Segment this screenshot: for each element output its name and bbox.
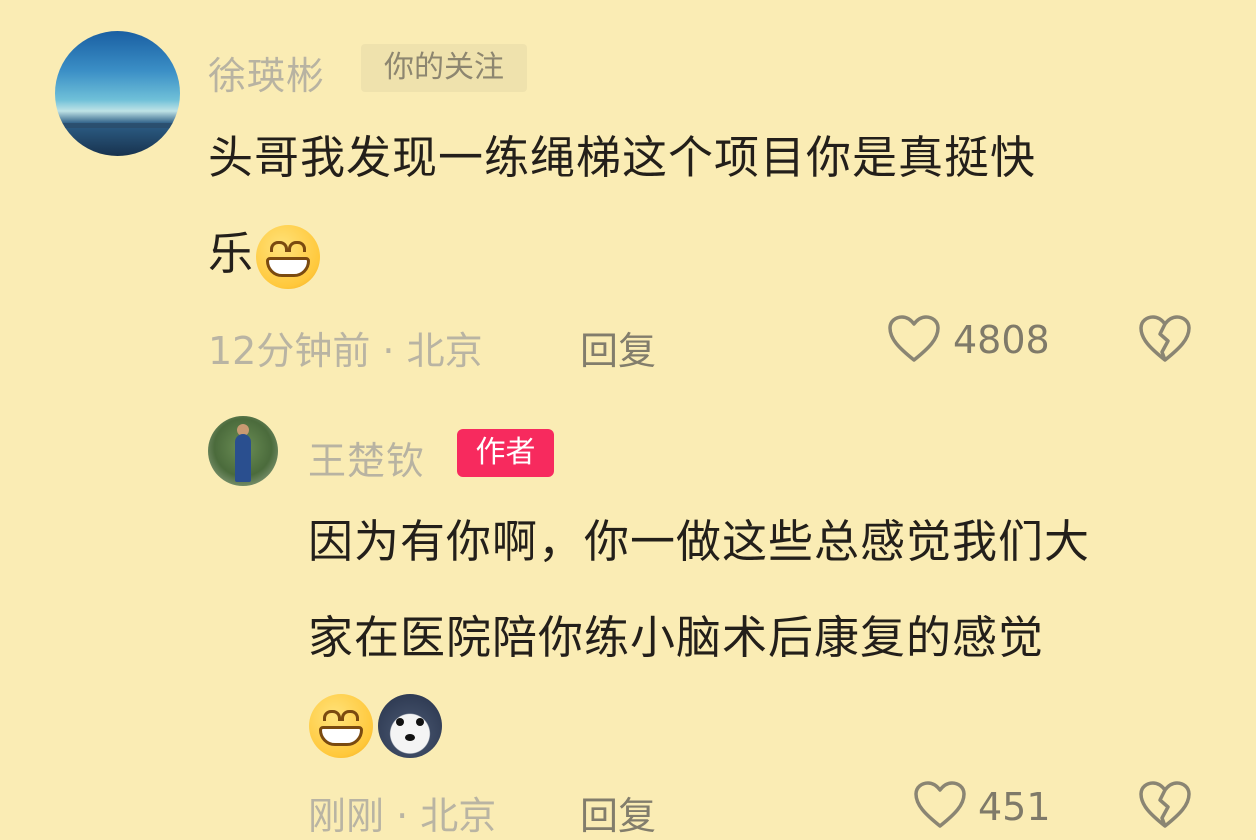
reply-text-line2: 家在医院陪你练小脑术后康复的感觉 [308,611,1045,664]
following-badge: 你的关注 [361,44,527,92]
reply-reply-button[interactable]: 回复 [580,785,656,840]
reply-time-location: 刚刚 · 北京 [308,794,497,838]
heart-outline-icon[interactable] [887,314,941,364]
grinning-face-emoji-icon [256,225,321,289]
comment-like-count: 4808 [953,318,1050,362]
comment-text-line1: 头哥我发现一练绳梯这个项目你是真挺快 [208,131,1037,184]
reply-emoji-row [309,694,443,758]
reply-text-line1: 因为有你啊，你一做这些总感觉我们大 [308,515,1091,568]
comment-reply-button[interactable]: 回复 [580,320,656,375]
comment-text-line2: 乐 [208,227,255,280]
comment-time-location: 12分钟前 · 北京 [208,329,483,373]
commenter-avatar[interactable] [55,31,180,156]
author-username[interactable]: 王楚钦 [308,430,425,485]
reply-text: 因为有你啊，你一做这些总感觉我们大 家在医院陪你练小脑术后康复的感觉 [308,494,1090,686]
comment-text: 头哥我发现一练绳梯这个项目你是真挺快 乐 [208,110,1036,302]
author-avatar[interactable] [208,416,278,486]
broken-heart-icon[interactable] [1138,314,1192,364]
reply-like-count: 451 [978,785,1051,829]
heart-outline-icon[interactable] [913,780,967,830]
broken-heart-icon[interactable] [1138,780,1192,830]
commenter-username[interactable]: 徐瑛彬 [208,45,325,100]
grinning-face-emoji-icon [309,694,373,758]
author-badge: 作者 [457,429,554,477]
husky-dog-emoji-icon [378,694,443,758]
